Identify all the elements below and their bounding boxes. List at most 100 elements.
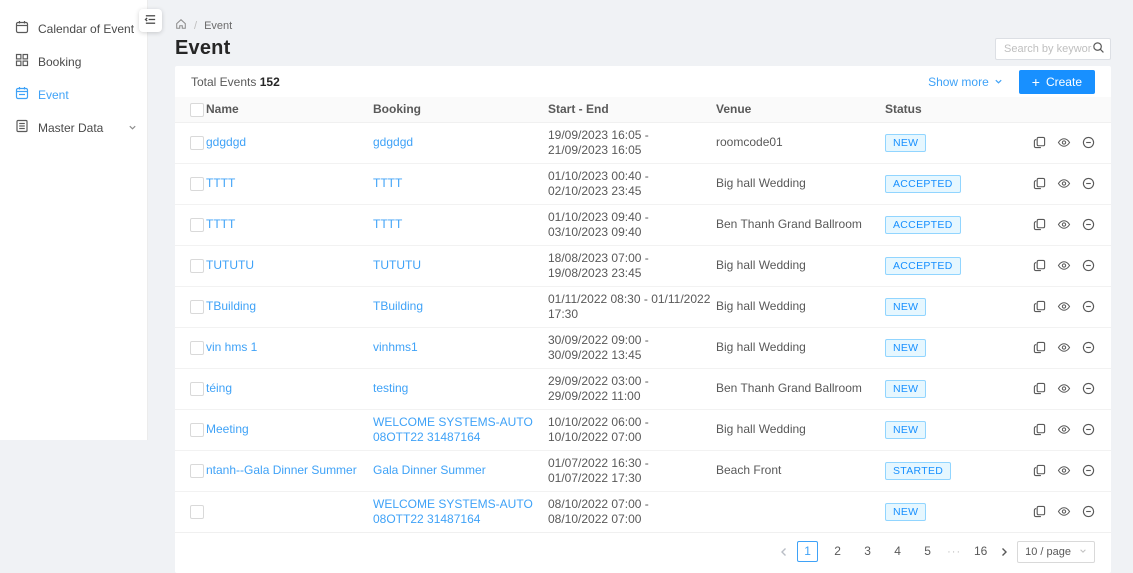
- pagination-page-1[interactable]: 1: [797, 541, 818, 562]
- main-content: / Event Event Total Events 152 Show more…: [148, 0, 1133, 440]
- sidebar-item-label: Booking: [38, 55, 81, 69]
- eye-icon[interactable]: [1057, 218, 1071, 231]
- eye-icon[interactable]: [1057, 505, 1071, 518]
- menu-fold-icon: [144, 13, 157, 29]
- pagination-next-button[interactable]: [1000, 547, 1008, 557]
- status-badge: NEW: [885, 339, 926, 357]
- venue-cell: Big hall Wedding: [716, 409, 885, 450]
- sidebar-item-master-data[interactable]: Master Data: [0, 111, 147, 144]
- pagination-page-3[interactable]: 3: [857, 541, 878, 562]
- eye-icon[interactable]: [1057, 300, 1071, 313]
- copy-icon[interactable]: [1033, 218, 1046, 231]
- row-checkbox[interactable]: [190, 218, 204, 232]
- booking-link[interactable]: WELCOME SYSTEMS-AUTO 08OTT22 31487164: [373, 497, 533, 526]
- booking-link[interactable]: TBuilding: [373, 299, 423, 313]
- minus-circle-icon[interactable]: [1082, 341, 1095, 354]
- pagination-page-5[interactable]: 5: [917, 541, 938, 562]
- venue-cell: Big hall Wedding: [716, 286, 885, 327]
- event-name-link[interactable]: ntanh--Gala Dinner Summer: [206, 463, 357, 477]
- row-checkbox[interactable]: [190, 464, 204, 478]
- status-badge: STARTED: [885, 462, 951, 480]
- row-checkbox[interactable]: [190, 259, 204, 273]
- pagination-page-2[interactable]: 2: [827, 541, 848, 562]
- column-header-start-end: Start - End: [548, 97, 716, 122]
- start-end-cell: 10/10/2022 06:00 - 10/10/2022 07:00: [548, 409, 716, 450]
- start-end-cell: 19/09/2023 16:05 - 21/09/2023 16:05: [548, 122, 716, 163]
- eye-icon[interactable]: [1057, 136, 1071, 149]
- eye-icon[interactable]: [1057, 259, 1071, 272]
- sidebar-collapse-button[interactable]: [139, 9, 162, 32]
- event-name-link[interactable]: TTTT: [206, 217, 235, 231]
- pagination-page-4[interactable]: 4: [887, 541, 908, 562]
- events-table: Name Booking Start - End Venue Status gd…: [175, 97, 1111, 533]
- eye-icon[interactable]: [1057, 464, 1071, 477]
- page-title: Event: [148, 33, 1133, 60]
- booking-link[interactable]: TTTT: [373, 217, 402, 231]
- status-badge: NEW: [885, 134, 926, 152]
- eye-icon[interactable]: [1057, 382, 1071, 395]
- copy-icon[interactable]: [1033, 136, 1046, 149]
- booking-link[interactable]: TUTUTU: [373, 258, 421, 272]
- eye-icon[interactable]: [1057, 423, 1071, 436]
- pagination-page-16[interactable]: 16: [970, 541, 991, 562]
- sidebar-item-calendar-of-event[interactable]: Calendar of Event: [0, 12, 147, 45]
- minus-circle-icon[interactable]: [1082, 382, 1095, 395]
- start-end-cell: 30/09/2022 09:00 - 30/09/2022 13:45: [548, 327, 716, 368]
- home-icon[interactable]: [175, 18, 187, 33]
- event-name-link[interactable]: Meeting: [206, 422, 249, 436]
- event-name-link[interactable]: gdgdgd: [206, 135, 246, 149]
- minus-circle-icon[interactable]: [1082, 505, 1095, 518]
- copy-icon[interactable]: [1033, 177, 1046, 190]
- copy-icon[interactable]: [1033, 300, 1046, 313]
- event-name-link[interactable]: vin hms 1: [206, 340, 257, 354]
- search-input[interactable]: [1004, 43, 1092, 55]
- event-name-link[interactable]: TTTT: [206, 176, 235, 190]
- booking-link[interactable]: gdgdgd: [373, 135, 413, 149]
- booking-link[interactable]: Gala Dinner Summer: [373, 463, 486, 477]
- minus-circle-icon[interactable]: [1082, 218, 1095, 231]
- booking-grid-icon: [15, 53, 29, 70]
- row-checkbox[interactable]: [190, 341, 204, 355]
- select-all-checkbox[interactable]: [190, 103, 204, 117]
- row-checkbox[interactable]: [190, 177, 204, 191]
- booking-link[interactable]: vinhms1: [373, 340, 418, 354]
- sidebar-item-booking[interactable]: Booking: [0, 45, 147, 78]
- sidebar-item-event[interactable]: Event: [0, 78, 147, 111]
- show-more-button[interactable]: Show more: [928, 75, 1003, 89]
- copy-icon[interactable]: [1033, 423, 1046, 436]
- row-checkbox[interactable]: [190, 382, 204, 396]
- create-button[interactable]: + Create: [1019, 70, 1095, 94]
- page-size-select[interactable]: 10 / page: [1017, 541, 1095, 563]
- row-checkbox[interactable]: [190, 505, 204, 519]
- row-checkbox[interactable]: [190, 136, 204, 150]
- copy-icon[interactable]: [1033, 464, 1046, 477]
- column-header-actions: [1025, 97, 1111, 122]
- event-name-link[interactable]: TBuilding: [206, 299, 256, 313]
- minus-circle-icon[interactable]: [1082, 259, 1095, 272]
- minus-circle-icon[interactable]: [1082, 177, 1095, 190]
- search-icon[interactable]: [1092, 41, 1105, 57]
- row-checkbox[interactable]: [190, 300, 204, 314]
- minus-circle-icon[interactable]: [1082, 464, 1095, 477]
- minus-circle-icon[interactable]: [1082, 136, 1095, 149]
- start-end-cell: 01/10/2023 09:40 - 03/10/2023 09:40: [548, 204, 716, 245]
- booking-link[interactable]: WELCOME SYSTEMS-AUTO 08OTT22 31487164: [373, 415, 533, 444]
- start-end-cell: 01/07/2022 16:30 - 01/07/2022 17:30: [548, 450, 716, 491]
- eye-icon[interactable]: [1057, 341, 1071, 354]
- minus-circle-icon[interactable]: [1082, 423, 1095, 436]
- row-checkbox[interactable]: [190, 423, 204, 437]
- chevron-down-icon: [994, 75, 1003, 89]
- copy-icon[interactable]: [1033, 259, 1046, 272]
- minus-circle-icon[interactable]: [1082, 300, 1095, 313]
- booking-link[interactable]: testing: [373, 381, 408, 395]
- booking-link[interactable]: TTTT: [373, 176, 402, 190]
- eye-icon[interactable]: [1057, 177, 1071, 190]
- copy-icon[interactable]: [1033, 382, 1046, 395]
- event-name-link[interactable]: TUTUTU: [206, 258, 254, 272]
- status-badge: NEW: [885, 503, 926, 521]
- sidebar-item-label: Master Data: [38, 121, 103, 135]
- event-name-link[interactable]: téing: [206, 381, 232, 395]
- copy-icon[interactable]: [1033, 341, 1046, 354]
- pagination-prev-button[interactable]: [780, 547, 788, 557]
- copy-icon[interactable]: [1033, 505, 1046, 518]
